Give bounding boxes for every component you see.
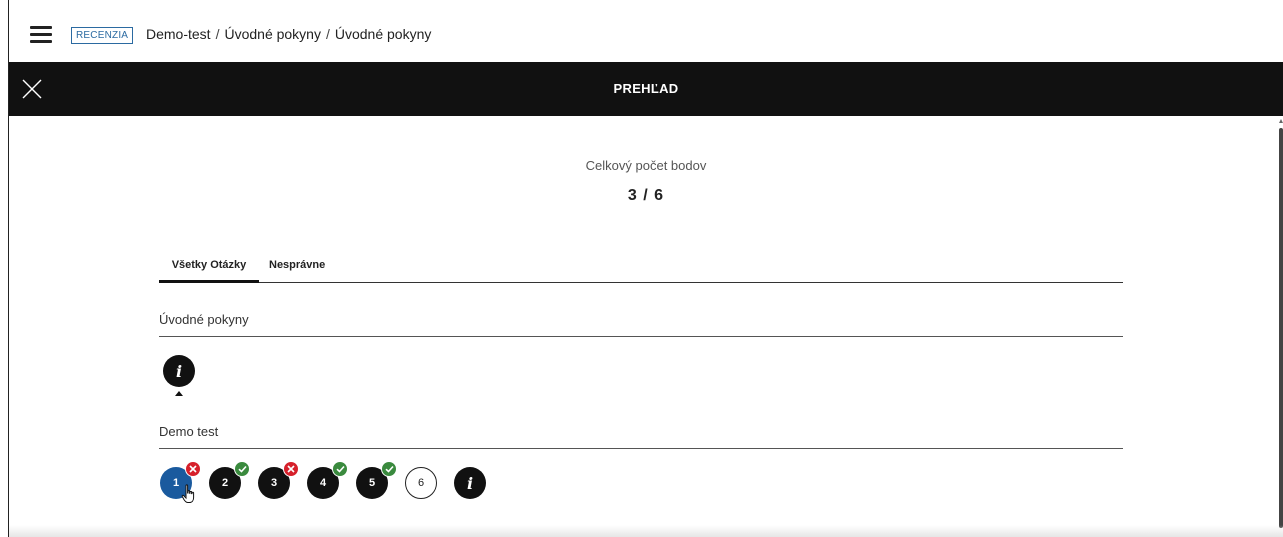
mode-badge: RECENZIA	[71, 27, 134, 44]
app-frame: RECENZIA Demo-test / Úvodné pokyny / Úvo…	[8, 0, 1283, 537]
current-item-caret-icon	[175, 391, 183, 396]
tab-all-questions[interactable]: Všetky Otázky	[159, 259, 259, 283]
section-divider	[159, 448, 1123, 449]
hand-cursor-icon	[181, 484, 195, 503]
scrollbar-thumb[interactable]	[1279, 128, 1283, 528]
breadcrumb: Demo-test / Úvodné pokyny / Úvodné pokyn…	[146, 26, 431, 42]
page-title: PREHĽAD	[613, 81, 679, 96]
bottom-shadow	[9, 525, 1283, 537]
question-number: 5	[368, 477, 376, 489]
question-number: 2	[221, 477, 229, 489]
wrong-icon	[185, 461, 201, 477]
breadcrumb-separator: /	[325, 26, 330, 42]
question-6-button[interactable]: 6	[405, 467, 437, 499]
question-2-button[interactable]: 2	[209, 461, 250, 499]
score-label: Celkový počet bodov	[585, 158, 707, 173]
question-number: 3	[270, 477, 278, 489]
check-icon	[234, 461, 250, 477]
info-icon: i	[175, 361, 183, 381]
section-title: Demo test	[159, 424, 219, 439]
section-divider	[159, 336, 1123, 337]
breadcrumb-item[interactable]: Demo-test	[146, 26, 211, 42]
question-number: 6	[417, 477, 425, 489]
check-icon	[381, 461, 397, 477]
question-number: 1	[172, 477, 180, 489]
question-filter-tabs: Všetky Otázky Nesprávne	[159, 256, 1123, 283]
question-5-button[interactable]: 5	[356, 461, 397, 499]
score-value: 3 / 6	[627, 187, 665, 204]
test-info-button[interactable]: i	[454, 467, 486, 499]
question-3-button[interactable]: 3	[258, 461, 299, 499]
tab-incorrect[interactable]: Nesprávne	[269, 259, 325, 271]
instructions-info-button[interactable]: i	[163, 355, 195, 387]
question-4-button[interactable]: 4	[307, 461, 348, 499]
info-icon: i	[466, 473, 474, 493]
section-title: Úvodné pokyny	[159, 312, 249, 327]
vertical-scrollbar[interactable]	[1276, 116, 1283, 537]
hamburger-menu-icon[interactable]	[30, 26, 52, 43]
overview-header: PREHĽAD	[9, 62, 1283, 116]
breadcrumb-separator: /	[215, 26, 220, 42]
wrong-icon	[283, 461, 299, 477]
scroll-up-icon[interactable]	[1279, 119, 1283, 123]
question-number: 4	[319, 477, 327, 489]
breadcrumb-item[interactable]: Úvodné pokyny	[224, 26, 321, 42]
breadcrumb-item: Úvodné pokyny	[334, 26, 432, 42]
top-bar: RECENZIA Demo-test / Úvodné pokyny / Úvo…	[9, 0, 1283, 62]
check-icon	[332, 461, 348, 477]
